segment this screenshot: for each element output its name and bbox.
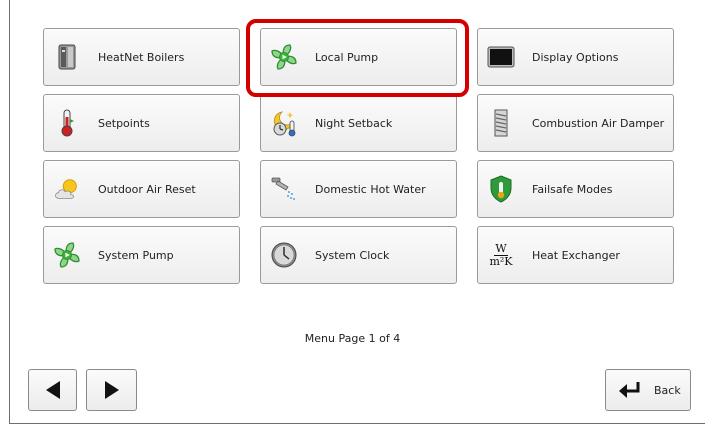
menu-button-label: Display Options xyxy=(532,50,619,64)
menu-grid: HeatNet Boilers Local Pump Display Optio… xyxy=(43,28,674,284)
page-indicator: Menu Page 1 of 4 xyxy=(304,332,401,345)
back-arrow-icon xyxy=(616,381,642,399)
menu-button-label: Failsafe Modes xyxy=(532,182,613,196)
shield-icon xyxy=(487,175,515,203)
menu-button-heatnet-boilers[interactable]: HeatNet Boilers xyxy=(43,28,240,86)
menu-button-failsafe-modes[interactable]: Failsafe Modes xyxy=(477,160,674,218)
menu-button-label: Local Pump xyxy=(315,50,379,64)
menu-button-label: Night Setback xyxy=(315,116,393,130)
menu-button-label: Outdoor Air Reset xyxy=(98,182,196,196)
menu-button-local-pump[interactable]: Local Pump xyxy=(260,28,457,86)
menu-button-display-options[interactable]: Display Options xyxy=(477,28,674,86)
menu-button-label: System Clock xyxy=(315,248,390,262)
menu-button-setpoints[interactable]: Setpoints xyxy=(43,94,240,152)
boiler-icon xyxy=(53,43,81,71)
menu-button-night-setback[interactable]: Night Setback xyxy=(260,94,457,152)
night-setback-icon xyxy=(270,109,298,137)
thermometer-icon xyxy=(53,109,81,137)
clock-icon xyxy=(270,241,298,269)
menu-button-system-pump[interactable]: System Pump xyxy=(43,226,240,284)
menu-button-label: Combustion Air Damper xyxy=(532,116,665,130)
menu-button-label: Domestic Hot Water xyxy=(315,182,426,196)
arrow-right-icon xyxy=(103,380,121,400)
sun-cloud-icon xyxy=(53,175,81,203)
menu-button-label: HeatNet Boilers xyxy=(98,50,185,64)
menu-button-outdoor-air-reset[interactable]: Outdoor Air Reset xyxy=(43,160,240,218)
next-page-button[interactable] xyxy=(86,369,137,411)
faucet-icon xyxy=(270,175,298,203)
menu-button-label: Setpoints xyxy=(98,116,150,130)
menu-button-label: Heat Exchanger xyxy=(532,248,620,262)
back-button[interactable]: Back xyxy=(605,369,691,411)
heat-exchanger-icon: W m²K xyxy=(489,241,513,268)
menu-button-system-clock[interactable]: System Clock xyxy=(260,226,457,284)
display-icon xyxy=(487,43,515,71)
previous-page-button[interactable] xyxy=(28,369,77,411)
back-button-label: Back xyxy=(654,383,681,397)
pump-icon xyxy=(53,241,81,269)
menu-button-combustion-air-damper[interactable]: Combustion Air Damper xyxy=(477,94,674,152)
damper-icon xyxy=(487,109,515,137)
arrow-left-icon xyxy=(44,380,62,400)
menu-button-heat-exchanger[interactable]: W m²K Heat Exchanger xyxy=(477,226,674,284)
menu-button-domestic-hot-water[interactable]: Domestic Hot Water xyxy=(260,160,457,218)
pump-icon xyxy=(270,43,298,71)
menu-button-label: System Pump xyxy=(98,248,174,262)
